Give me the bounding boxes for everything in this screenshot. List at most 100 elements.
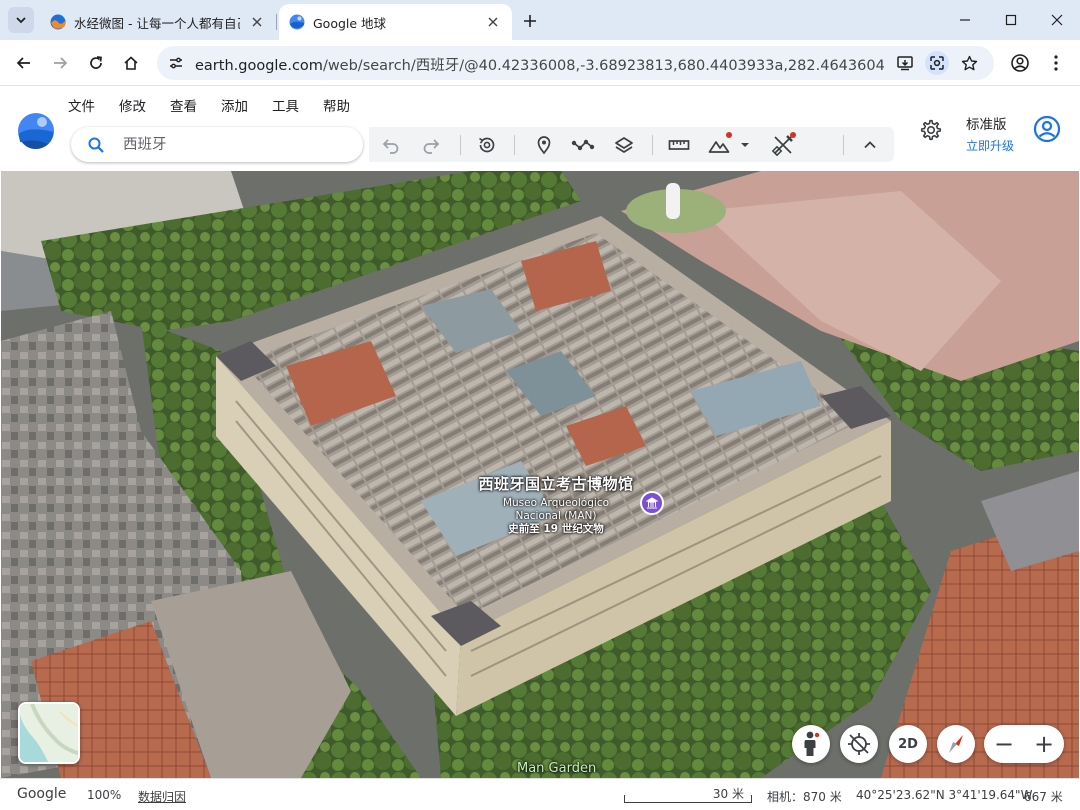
collapse-icon (864, 141, 876, 149)
path-icon (571, 139, 595, 151)
menu-help[interactable]: 帮助 (323, 95, 350, 115)
tab-strip: 水经微图 - 让每一个人都有自己 Google 地球 (0, 0, 1080, 40)
bookmark-button[interactable] (957, 51, 981, 75)
placemark-icon (537, 136, 551, 155)
arrow-left-icon (16, 57, 30, 69)
cursor-coordinates: 40°25'23.62"N 3°41'19.64"W (856, 788, 1033, 802)
google-earth-logo (18, 113, 54, 149)
close-icon (488, 17, 498, 27)
menu-view[interactable]: 查看 (170, 95, 197, 115)
data-attribution-link[interactable]: 数据归因 (138, 788, 186, 805)
zoom-control: − + (984, 725, 1064, 763)
home-icon (124, 56, 138, 70)
plan-info: 标准版 立即升级 (966, 113, 1014, 154)
zoom-in-button[interactable]: + (1024, 725, 1064, 763)
maximize-icon (1005, 14, 1017, 26)
zoom-out-button[interactable]: − (984, 725, 1024, 763)
more-vert-icon (1054, 55, 1058, 71)
tab-google-earth[interactable]: Google 地球 (279, 4, 512, 40)
elevation-button[interactable] (706, 132, 732, 158)
google-lens-button[interactable] (925, 51, 949, 75)
url-text: earth.google.com/web/search/西班牙/@40.4233… (195, 54, 885, 75)
museum-pin[interactable] (640, 491, 664, 515)
gear-icon (920, 119, 942, 141)
star-icon (961, 55, 977, 70)
google-lens-icon (930, 56, 944, 70)
forward-button[interactable] (46, 49, 74, 77)
profile-button[interactable] (1006, 49, 1034, 77)
account-button[interactable] (1032, 114, 1062, 144)
url-path: /web/search/西班牙/@40.42336008,-3.68923813… (322, 58, 885, 74)
place-name-zh: 西班牙国立考古博物馆 (478, 475, 634, 493)
minimize-icon (960, 19, 970, 21)
upgrade-link[interactable]: 立即升级 (966, 137, 1014, 154)
shuijing-favicon (50, 14, 66, 30)
browser-menu-button[interactable] (1042, 49, 1070, 77)
notification-dot (790, 132, 796, 138)
place-label[interactable]: 西班牙国立考古博物馆 Museo Arqueológico Nacional (… (461, 473, 651, 536)
site-info-button[interactable] (164, 51, 188, 75)
minimap-thumbnail (20, 704, 78, 762)
scale-label: 30 米 (712, 787, 744, 801)
url-host: earth.google.com (195, 58, 323, 74)
minimap[interactable] (18, 702, 80, 764)
new-tab-button[interactable] (518, 9, 542, 33)
toolbar-divider (652, 135, 653, 155)
home-button[interactable] (117, 49, 145, 77)
layers-button[interactable] (611, 132, 637, 158)
tab-shuijing[interactable]: 水经微图 - 让每一个人都有自己 (40, 4, 276, 40)
search-input[interactable] (123, 133, 343, 157)
address-bar[interactable]: earth.google.com/web/search/西班牙/@40.4233… (157, 46, 994, 80)
history-button[interactable] (474, 132, 500, 158)
reload-icon (90, 56, 102, 69)
menu-edit[interactable]: 修改 (119, 95, 146, 115)
google-wordmark: Google (17, 786, 67, 802)
placemark-button[interactable] (531, 132, 557, 158)
ruler-button[interactable] (666, 132, 692, 158)
install-app-icon (897, 56, 913, 71)
plan-name: 标准版 (966, 117, 1007, 133)
scale-bar: 30 米 (624, 783, 752, 803)
tab-close-button[interactable] (248, 13, 266, 31)
compass-button[interactable] (937, 725, 975, 763)
compass-icon (949, 735, 963, 753)
toggle-2d-button[interactable]: 2D (889, 725, 927, 763)
projects-tool-button[interactable] (770, 132, 796, 158)
browser-toolbar: earth.google.com/web/search/西班牙/@40.4233… (0, 40, 1080, 86)
map-view[interactable]: 西班牙国立考古博物馆 Museo Arqueológico Nacional (… (1, 171, 1079, 778)
recenter-button[interactable] (840, 725, 878, 763)
maximize-button[interactable] (988, 0, 1034, 40)
menu-file[interactable]: 文件 (68, 95, 95, 115)
redo-button[interactable] (418, 132, 444, 158)
menu-add[interactable]: 添加 (221, 95, 248, 115)
install-app-button[interactable] (893, 51, 917, 75)
close-window-button[interactable] (1034, 0, 1080, 40)
tab-search-button[interactable] (8, 7, 34, 33)
search-icon (88, 137, 104, 153)
collapse-toolbar-button[interactable] (857, 132, 883, 158)
settings-button[interactable] (918, 117, 944, 143)
arrow-right-icon (54, 57, 68, 69)
street-view-button[interactable] (792, 725, 830, 763)
back-button[interactable] (10, 49, 38, 77)
earth-toolbar (369, 127, 894, 162)
toolbar-divider (460, 135, 461, 155)
elevation-dropdown[interactable] (732, 132, 758, 158)
place-category: 史前至 19 世纪文物 (508, 523, 604, 535)
zoom-level: 100% (87, 788, 122, 802)
tab-close-button[interactable] (484, 13, 502, 31)
undo-icon (382, 139, 399, 154)
path-button[interactable] (570, 132, 596, 158)
close-icon (252, 17, 262, 27)
tab-title: Google 地球 (313, 15, 387, 31)
account-icon (1033, 115, 1061, 143)
undo-button[interactable] (378, 132, 404, 158)
earth-header: 文件 修改 查看 添加 工具 帮助 西班牙 标准版 立即升级 (0, 87, 1080, 171)
chevron-down-icon (16, 17, 26, 24)
search-box (71, 127, 363, 162)
menu-tools[interactable]: 工具 (272, 95, 299, 115)
garden-label[interactable]: Man Garden (517, 761, 596, 776)
google-earth-favicon (289, 14, 305, 30)
reload-button[interactable] (82, 49, 110, 77)
minimize-button[interactable] (942, 0, 988, 40)
